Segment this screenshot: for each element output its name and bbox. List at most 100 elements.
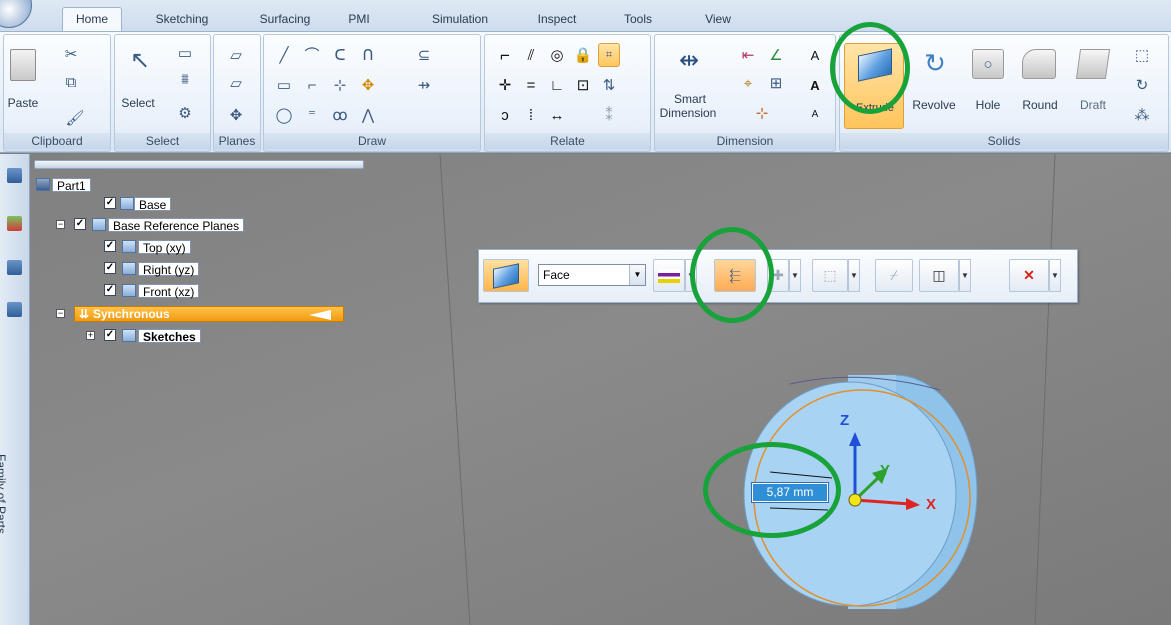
fillet-icon[interactable]: ᑎ: [358, 45, 378, 65]
coordinate-system-icon[interactable]: ✥: [226, 105, 246, 125]
maintain-relationships-icon[interactable]: ⌗: [598, 43, 620, 67]
feature-library-icon[interactable]: [7, 260, 22, 275]
paste-label[interactable]: Paste: [6, 97, 40, 110]
tree-node-sketches[interactable]: Sketches: [138, 329, 201, 344]
connect-icon[interactable]: ✛: [495, 75, 515, 95]
family-of-parts-icon[interactable]: [7, 302, 22, 317]
tab-surfacing[interactable]: Surfacing: [250, 9, 320, 31]
copy-icon[interactable]: ⧉: [62, 73, 80, 91]
extent-dropdown-arrow[interactable]: ▼: [848, 259, 860, 292]
tree-node-top-plane[interactable]: Top (xy): [138, 240, 191, 255]
rigid-set-icon[interactable]: ⊡: [573, 75, 593, 95]
pattern-icon[interactable]: ⁂: [1130, 105, 1154, 125]
front-plane-checkbox[interactable]: ✓: [104, 284, 116, 296]
rectangle-icon[interactable]: ▭: [274, 75, 294, 95]
round-label[interactable]: Round: [1020, 99, 1060, 112]
arc-icon[interactable]: ⌒: [302, 45, 322, 65]
symmetric-extent-button[interactable]: ◫: [919, 259, 959, 292]
tab-sketching[interactable]: Sketching: [142, 9, 222, 31]
curve-icon[interactable]: ꝏ: [330, 105, 350, 125]
extend-icon[interactable]: ⊹: [330, 75, 350, 95]
more-planes-icon[interactable]: ▱: [226, 73, 246, 93]
family-of-parts-tab-label[interactable]: Family of Parts: [0, 454, 8, 534]
expand-sketches[interactable]: +: [86, 331, 95, 340]
collinear-icon[interactable]: ↔: [547, 105, 567, 125]
tab-home[interactable]: Home: [62, 7, 122, 32]
selection-manager-icon[interactable]: ⚙: [177, 105, 193, 121]
pathfinder-resize-handle[interactable]: [34, 160, 364, 169]
equal-icon[interactable]: =: [521, 75, 541, 95]
round-icon[interactable]: [1022, 49, 1056, 79]
tree-node-front-plane[interactable]: Front (xz): [138, 284, 200, 299]
tree-node-base[interactable]: Base: [134, 197, 172, 212]
smart-dimension-icon[interactable]: ⇹: [669, 43, 709, 79]
chevron-down-icon[interactable]: ▼: [629, 265, 645, 285]
cut-icon[interactable]: ✂: [62, 45, 80, 63]
symmetric-dropdown-arrow[interactable]: ▼: [959, 259, 971, 292]
collapse-synchronous[interactable]: −: [56, 309, 65, 318]
thin-wall-icon[interactable]: ⬚: [1130, 45, 1154, 65]
offset-icon[interactable]: ⊆: [414, 45, 434, 65]
project-icon[interactable]: ⇸: [414, 75, 434, 95]
base-ref-planes-checkbox[interactable]: ✓: [74, 218, 86, 230]
tree-node-right-plane[interactable]: Right (yz): [138, 262, 200, 277]
distance-between-icon[interactable]: ⇤: [737, 45, 759, 65]
circle-icon[interactable]: ◯: [274, 105, 294, 125]
extent-button[interactable]: ⬚: [812, 259, 848, 292]
add-dropdown-arrow[interactable]: ▼: [789, 259, 801, 292]
revolve-label[interactable]: Revolve: [908, 99, 960, 112]
construction-icon[interactable]: ⁼: [302, 105, 322, 125]
synchronous-bar[interactable]: ⇊ Synchronous: [74, 306, 344, 322]
tree-node-part1[interactable]: Part1: [52, 178, 91, 193]
paste-icon[interactable]: [10, 49, 36, 81]
collapse-base-ref-planes[interactable]: −: [56, 220, 65, 229]
angle-between-icon[interactable]: ∠: [765, 45, 787, 65]
perpendicular-icon[interactable]: ⌐: [495, 45, 515, 65]
mirror-icon[interactable]: ⋀: [358, 105, 378, 125]
trim-icon[interactable]: ⌐: [302, 75, 322, 95]
base-checkbox[interactable]: ✓: [104, 197, 116, 209]
top-plane-checkbox[interactable]: ✓: [104, 240, 116, 252]
pathfinder-tab-icon[interactable]: [7, 168, 22, 183]
color-selector-button[interactable]: [653, 259, 685, 292]
line-icon[interactable]: ╱: [274, 45, 294, 65]
select-arrow-icon[interactable]: ↖: [129, 47, 151, 75]
extrude-command-button[interactable]: [483, 259, 529, 292]
selection-type-select[interactable]: Face ▼: [538, 264, 646, 286]
coordinate-dimension-icon[interactable]: ⊞: [765, 73, 787, 93]
select-label[interactable]: Select: [119, 97, 157, 110]
tangent-icon[interactable]: ↄ: [495, 105, 515, 125]
draft-label[interactable]: Draft: [1074, 99, 1112, 112]
lock-icon[interactable]: 🔒: [573, 45, 593, 65]
sketches-checkbox[interactable]: ✓: [104, 329, 116, 341]
tab-view[interactable]: View: [700, 9, 736, 31]
application-menu-button[interactable]: [0, 0, 32, 28]
text-style-icon[interactable]: A: [805, 45, 825, 65]
tangent-arc-icon[interactable]: ᑕ: [330, 45, 350, 65]
coincident-plane-icon[interactable]: ▱: [226, 45, 246, 65]
concentric-icon[interactable]: ◎: [547, 45, 567, 65]
face-normal-button[interactable]: ⌿: [875, 259, 913, 292]
cancel-extrude-button[interactable]: ✕: [1009, 259, 1049, 292]
symmetric-diameter-icon[interactable]: ⌖: [737, 73, 759, 93]
smart-dimension-label-1[interactable]: Smart: [661, 93, 719, 106]
tab-simulation[interactable]: Simulation: [418, 9, 502, 31]
cancel-dropdown-arrow[interactable]: ▼: [1049, 259, 1061, 292]
pmi-dimension-icon[interactable]: ⊹: [751, 103, 773, 123]
layers-tab-icon[interactable]: [7, 216, 22, 231]
symmetric-relation-icon[interactable]: ⁞: [521, 105, 541, 125]
parallel-icon[interactable]: ⫽: [521, 45, 541, 65]
format-painter-icon[interactable]: 🖌: [65, 109, 84, 127]
hole-label[interactable]: Hole: [972, 99, 1004, 112]
helix-icon[interactable]: ↻: [1130, 75, 1154, 95]
tree-node-base-reference-planes[interactable]: Base Reference Planes: [108, 218, 245, 233]
revolve-icon[interactable]: ↻: [916, 47, 954, 79]
move-icon[interactable]: ✥: [358, 75, 378, 95]
smart-dimension-label-2[interactable]: Dimension: [657, 107, 719, 120]
tab-pmi[interactable]: PMI: [343, 9, 375, 31]
hole-icon[interactable]: ○: [972, 49, 1004, 79]
right-plane-checkbox[interactable]: ✓: [104, 262, 116, 274]
tab-tools[interactable]: Tools: [618, 9, 658, 31]
decrease-font-icon[interactable]: A: [805, 105, 825, 125]
draft-icon[interactable]: [1075, 49, 1111, 79]
